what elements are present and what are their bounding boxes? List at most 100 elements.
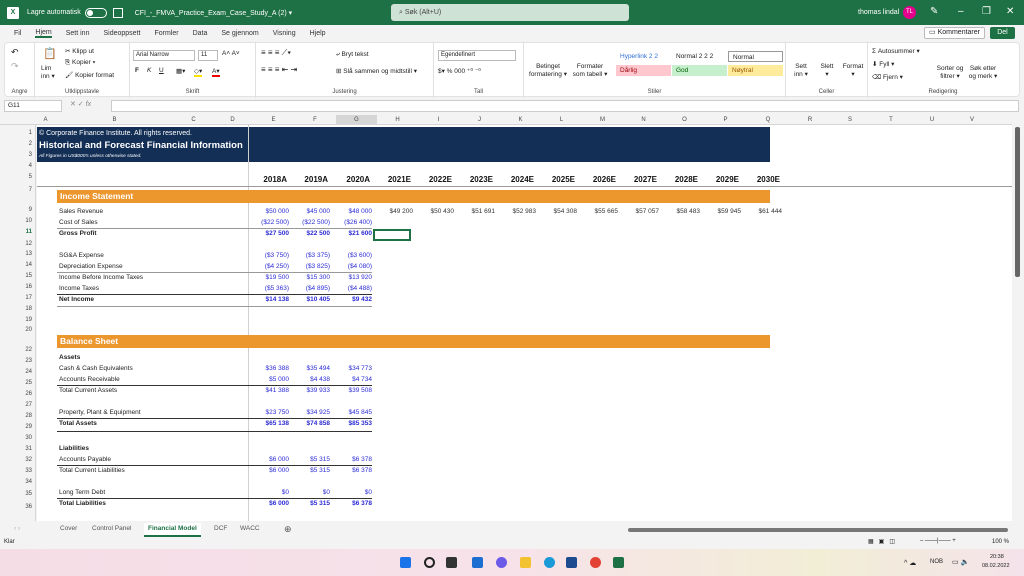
row-header-14[interactable]: 14 [25,262,32,268]
start-icon[interactable] [400,557,411,568]
cell-value[interactable]: ($22 500) [292,219,330,226]
style-good[interactable]: God [672,65,727,76]
format-painter-button[interactable]: 🖌 Kopier format [65,71,114,79]
number-format-icons[interactable]: $▾ % 000 ⁺⁰ ⁻⁰ [438,67,481,75]
column-header-r[interactable]: R [790,115,830,125]
forecast-cell-value[interactable]: $50 430 [416,208,455,215]
format-as-table-button[interactable]: Formater som tabell ▾ [570,63,610,78]
cell-value[interactable]: $45 845 [334,409,373,416]
cell-value[interactable]: $6 378 [334,500,372,507]
horizontal-scrollbar[interactable] [628,528,1008,532]
cut-button[interactable]: ✂ Klipp ut [65,47,94,55]
sheet-tab-dcf[interactable]: DCF [214,523,227,535]
tab-scroll-arrows[interactable]: ‹ › [14,523,20,535]
cell-value[interactable]: $50 000 [251,208,290,215]
row-header-2[interactable]: 2 [29,141,32,147]
column-header-v[interactable]: V [952,115,992,125]
row-header-26[interactable]: 26 [25,391,32,397]
font-color-icon[interactable]: A▾ [212,67,220,77]
vertical-scroll-thumb[interactable] [1015,127,1020,277]
restore-icon[interactable]: ❐ [982,6,991,17]
file-explorer-icon[interactable] [520,557,531,568]
network-volume-icons[interactable]: ▭ 🔈 [952,558,969,566]
row-header-27[interactable]: 27 [25,402,32,408]
column-header-q[interactable]: Q [746,115,790,125]
tab-sideoppsett[interactable]: Sideoppsett [103,30,140,37]
row-header-10[interactable]: 10 [25,218,32,224]
cell-value[interactable]: $0 [292,489,330,496]
column-header-i[interactable]: I [418,115,459,125]
worksheet-grid[interactable]: © Corporate Finance Institute. All right… [37,125,1012,521]
close-icon[interactable]: ✕ [1006,6,1014,17]
cell-value[interactable]: ($5 363) [251,285,289,292]
vertical-scrollbar[interactable] [1013,115,1023,521]
cell-value[interactable]: ($3 375) [292,252,330,259]
cell-value[interactable]: $6 000 [251,456,289,463]
cell-value[interactable]: $4 734 [334,376,372,383]
row-header-7[interactable]: 7 [29,187,32,193]
cell-value[interactable]: $36 388 [251,365,290,372]
row-header-25[interactable]: 25 [25,380,32,386]
column-header-k[interactable]: K [500,115,541,125]
teams-chat-icon[interactable] [496,557,507,568]
cell-value[interactable]: $14 138 [251,296,290,303]
delete-cells-button[interactable]: Slett ▾ [818,63,836,78]
fill-button[interactable]: ⬇ Fyll ▾ [872,60,894,68]
sheet-tab-control-panel[interactable]: Control Panel [92,523,131,535]
column-header-a[interactable]: A [37,115,54,125]
column-header-p[interactable]: P [705,115,746,125]
column-header-t[interactable]: T [870,115,912,125]
minimize-icon[interactable]: – [958,6,964,17]
cell-value[interactable]: $19 500 [251,274,290,281]
align-horizontal-icons[interactable]: ≡ ≡ ≡ ⇤ ⇥ [261,65,297,74]
column-header-f[interactable]: F [294,115,336,125]
cell-value[interactable]: $10 405 [292,296,331,303]
style-normal-2-2-2[interactable]: Normal 2 2 2 [672,51,727,62]
cell-value[interactable]: $39 933 [292,387,331,394]
cell-value[interactable]: $6 000 [251,467,289,474]
sheet-tab-wacc[interactable]: WACC [240,523,260,535]
cell-value[interactable]: $5 315 [292,456,330,463]
cell-value[interactable]: $5 315 [292,500,330,507]
cell-value[interactable]: $74 858 [292,420,331,427]
merge-center-button[interactable]: ⊞ Slå sammen og midtstill ▾ [336,67,417,75]
align-top-icons[interactable]: ≡ ≡ ≡ ⟋▾ [261,48,291,58]
cell-value[interactable]: $85 353 [334,420,373,427]
column-header-m[interactable]: M [582,115,623,125]
sheet-tab-financial-model[interactable]: Financial Model [144,523,201,537]
pen-icon[interactable]: ✎ [930,6,938,17]
row-header-34[interactable]: 34 [25,479,32,485]
font-name-select[interactable]: Arial Narrow [133,50,195,61]
row-header-33[interactable]: 33 [25,468,32,474]
forecast-cell-value[interactable]: $51 691 [457,208,496,215]
row-header-20[interactable]: 20 [25,327,32,333]
cell-value[interactable]: $6 000 [251,500,289,507]
row-header-29[interactable]: 29 [25,424,32,430]
search-icon[interactable] [424,557,435,568]
task-view-icon[interactable] [446,557,457,568]
row-header-5[interactable]: 5 [29,174,32,180]
row-header-22[interactable]: 22 [25,347,32,353]
style-neutral[interactable]: Nøytral [728,65,783,76]
tab-visning[interactable]: Visning [273,30,296,37]
sort-filter-button[interactable]: Sorter og filtrer ▾ [936,65,964,80]
row-header-28[interactable]: 28 [25,413,32,419]
column-header-e[interactable]: E [253,115,294,125]
cell-value[interactable]: $4 438 [292,376,330,383]
avatar[interactable]: TL [903,6,916,19]
cell-value[interactable]: $45 000 [292,208,331,215]
autosum-button[interactable]: Σ Autosummer ▾ [872,47,920,55]
forecast-cell-value[interactable]: $57 057 [621,208,660,215]
cell-value[interactable]: $5 315 [292,467,330,474]
grow-font-icon[interactable]: A˄ A˅ [222,50,240,57]
paste-button[interactable]: Lim inn ▾ [41,65,61,80]
cell-value[interactable]: $0 [251,489,289,496]
italic-button[interactable]: K [147,67,151,74]
tab-se-gjennom[interactable]: Se gjennom [221,30,258,37]
forecast-cell-value[interactable]: $54 308 [539,208,578,215]
bold-button[interactable]: F [135,67,139,74]
row-header-17[interactable]: 17 [25,295,32,301]
search-input[interactable]: ⌕ Søk (Alt+U) [391,4,629,21]
cell-value[interactable]: $23 750 [251,409,290,416]
edge-icon[interactable] [544,557,555,568]
